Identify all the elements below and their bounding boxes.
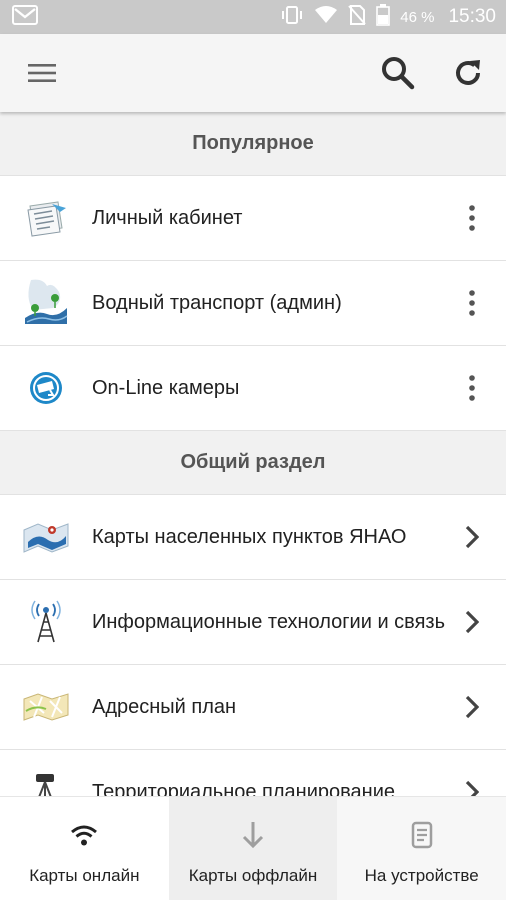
nav-offline-maps[interactable]: Карты оффлайн [168, 797, 338, 900]
map-icon [22, 513, 70, 561]
section-header-popular: Популярное [0, 112, 506, 176]
clock: 15:30 [448, 6, 496, 27]
wifi-icon [69, 820, 99, 850]
chevron-right-icon[interactable] [454, 687, 490, 727]
no-sim-icon [348, 5, 366, 29]
list-item-water-transport[interactable]: Водный транспорт (админ) [0, 261, 506, 346]
download-icon [241, 820, 265, 850]
nav-online-maps[interactable]: Карты онлайн [0, 797, 169, 900]
wifi-status-icon [314, 5, 338, 29]
antenna-icon [22, 598, 70, 646]
address-map-icon [22, 683, 70, 731]
nav-label: Карты оффлайн [188, 865, 318, 885]
gmail-notification-icon [12, 5, 38, 29]
document-icon [22, 194, 70, 242]
list-item-settlement-maps[interactable]: Карты населенных пунктов ЯНАО [0, 495, 506, 580]
search-icon[interactable] [380, 55, 416, 91]
battery-icon [376, 4, 391, 30]
list-item-label: Информационные технологии и связь [92, 611, 445, 633]
refresh-icon[interactable] [450, 55, 486, 91]
list-item-label: On-Line камеры [92, 377, 240, 399]
list-item-it-communications[interactable]: Информационные технологии и связь [0, 580, 506, 665]
chevron-right-icon[interactable] [454, 602, 490, 642]
camera-icon [22, 364, 70, 412]
more-vertical-icon[interactable] [454, 198, 490, 238]
list-item-territorial-planning[interactable]: Территориальное планирование [0, 750, 506, 796]
status-bar: 46 % 15:30 [0, 0, 506, 34]
list-item-label: Водный транспорт (админ) [92, 292, 342, 314]
list-item-label: Территориальное планирование [92, 781, 395, 796]
catalog-list[interactable]: Популярное Личный кабинет Водный транспо… [0, 112, 506, 796]
section-header-general: Общий раздел [0, 431, 506, 495]
bottom-navigation: Карты онлайн Карты оффлайн На устройстве [0, 796, 506, 900]
device-icon [411, 820, 433, 850]
list-item-label: Карты населенных пунктов ЯНАО [92, 526, 407, 548]
toolbar [0, 34, 506, 112]
water-transport-icon [22, 279, 70, 327]
more-vertical-icon[interactable] [454, 368, 490, 408]
nav-on-device[interactable]: На устройстве [337, 797, 506, 900]
list-item-label: Личный кабинет [92, 207, 243, 229]
list-item-online-cameras[interactable]: On-Line камеры [0, 346, 506, 431]
list-item-label: Адресный план [92, 696, 237, 718]
nav-label: На устройстве [364, 865, 479, 885]
nav-label: Карты онлайн [29, 865, 140, 885]
survey-tripod-icon [22, 768, 70, 796]
vibrate-icon [280, 5, 304, 29]
hamburger-menu-icon[interactable] [24, 55, 60, 91]
list-item-address-plan[interactable]: Адресный план [0, 665, 506, 750]
more-vertical-icon[interactable] [454, 283, 490, 323]
chevron-right-icon[interactable] [454, 772, 490, 796]
chevron-right-icon[interactable] [454, 517, 490, 557]
list-item-personal-account[interactable]: Личный кабинет [0, 176, 506, 261]
battery-percent: 46 % [400, 8, 435, 26]
